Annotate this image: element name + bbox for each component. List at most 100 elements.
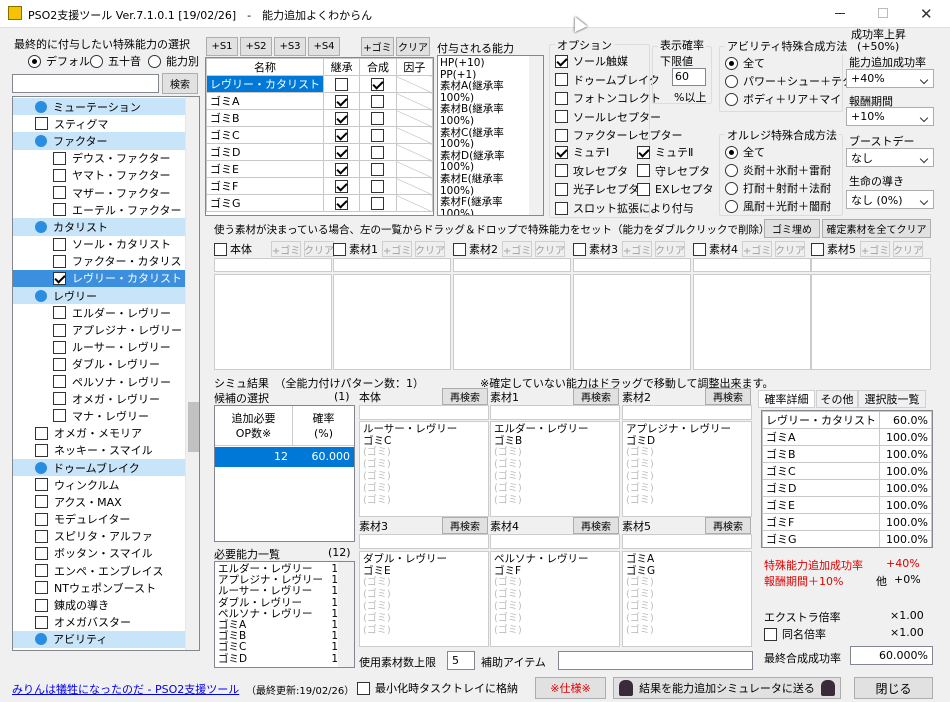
result-panel-body[interactable]: ダブル・レヴリー ゴミE (ゴミ) (ゴミ) (ゴミ) (ゴミ) (ゴミ) — [359, 551, 489, 647]
radio-icon[interactable] — [148, 54, 161, 68]
add-rate-select[interactable]: +40% — [846, 69, 934, 88]
slot-check-cell[interactable] — [322, 194, 361, 212]
detail-row[interactable]: ゴミA 100.0% — [762, 428, 932, 446]
research-button[interactable]: 再検索 — [705, 388, 751, 405]
clear-all-materials-button[interactable]: 確定素材を全てクリア — [822, 219, 931, 238]
detail-tab[interactable]: 選択肢一覧 — [858, 390, 926, 408]
slot-check-cell[interactable] — [359, 92, 397, 110]
search-input[interactable] — [12, 74, 159, 93]
result-panel-name[interactable] — [359, 405, 489, 420]
candidate-table[interactable]: 追加必要 OP数※ 確率 (%) 12 60.000 — [214, 405, 355, 542]
radio-icon[interactable] — [725, 181, 738, 195]
method-radio[interactable]: 炎耐＋氷耐＋雷耐 — [725, 162, 831, 178]
prob-limit-input[interactable]: 60 — [672, 68, 706, 86]
result-panel-body[interactable]: ゴミA ゴミG (ゴミ) (ゴミ) (ゴミ) (ゴミ) (ゴミ) — [622, 551, 752, 647]
slot-check-cell[interactable] — [322, 160, 361, 178]
slot-check-cell[interactable] — [322, 177, 361, 195]
material-name-field[interactable] — [573, 258, 691, 272]
method-radio[interactable]: 風耐＋光耐＋闇耐 — [725, 198, 831, 214]
radio-icon[interactable] — [725, 92, 738, 106]
slot-row[interactable]: ゴミA — [206, 92, 433, 110]
result-line[interactable]: ゴミA — [626, 553, 748, 566]
result-line[interactable]: ゴミC — [363, 435, 485, 448]
material-checkbox[interactable] — [811, 242, 824, 256]
title-bar[interactable]: PSO2支援ツール Ver.7.1.0.1 [19/02/26] - 能力追加よ… — [0, 0, 950, 28]
boostday-select[interactable]: なし — [846, 148, 934, 167]
material-name-field[interactable] — [811, 258, 931, 272]
tree-category[interactable]: レヴリー — [13, 287, 185, 305]
close-button[interactable]: 閉じる — [854, 677, 933, 699]
result-panel-name[interactable] — [490, 534, 620, 549]
tree-item-checkbox[interactable] — [35, 615, 48, 629]
slot-row[interactable]: ゴミC — [206, 126, 433, 144]
result-line[interactable]: アプレジナ・レヴリー — [626, 423, 748, 436]
detail-tab[interactable]: その他 — [816, 390, 858, 408]
send-button[interactable]: 結果を能力追加シミュレータに送る — [613, 677, 841, 699]
slot-ext-option[interactable]: スロット拡張により付与 — [555, 200, 694, 216]
material-checkbox[interactable] — [693, 242, 706, 256]
slot-row[interactable]: ゴミE — [206, 160, 433, 178]
tree-item-checkbox[interactable] — [53, 323, 66, 337]
result-line[interactable]: ペルソナ・レヴリー — [494, 553, 616, 566]
tree-item-checkbox[interactable] — [35, 443, 48, 457]
tree-item-checkbox[interactable] — [53, 357, 66, 371]
tree-item-checkbox[interactable] — [35, 581, 48, 595]
tree-item-checkbox[interactable] — [35, 564, 48, 578]
tree-item[interactable]: ソール・カタリスト — [13, 236, 185, 253]
tree-item-checkbox[interactable] — [53, 186, 66, 200]
minimize-button[interactable] — [835, 13, 845, 14]
material-name-field[interactable] — [453, 258, 571, 272]
inherit-checkbox[interactable] — [335, 162, 349, 176]
slot-row[interactable]: ゴミG — [206, 194, 433, 212]
material-checkbox[interactable] — [214, 242, 227, 256]
tree-item[interactable]: マナ・レヴリー — [13, 407, 185, 424]
detail-row[interactable]: レヴリー・カタリスト 60.0% — [762, 411, 932, 429]
option-item[interactable]: 光子レセプタ — [555, 181, 639, 197]
radio-icon[interactable] — [725, 199, 738, 213]
tree-item[interactable]: 錬成の導き — [13, 596, 185, 613]
aux-item-input[interactable] — [558, 651, 753, 670]
required-item[interactable]: ゴミD 1 — [218, 653, 338, 665]
material-clear-button[interactable]: クリア — [415, 241, 445, 257]
method-radio[interactable]: 打耐＋射耐＋法耐 — [725, 180, 831, 196]
tree-item-checkbox[interactable] — [53, 151, 66, 165]
synth-checkbox[interactable] — [371, 77, 385, 91]
slot-check-cell[interactable] — [322, 126, 361, 144]
research-button[interactable]: 再検索 — [442, 388, 488, 405]
tree-item[interactable]: ボッタン・スマイル — [13, 545, 185, 562]
material-column-header[interactable]: 素材3 +ゴミ クリア — [573, 241, 685, 257]
tree-item[interactable]: ファクター・カタリスト — [13, 253, 193, 270]
synth-checkbox[interactable] — [371, 94, 385, 108]
option-checkbox[interactable] — [637, 182, 650, 196]
radio-icon[interactable] — [725, 74, 738, 88]
result-panel-name[interactable] — [622, 534, 752, 549]
result-panel-body[interactable]: ペルソナ・レヴリー ゴミF (ゴミ) (ゴミ) (ゴミ) (ゴミ) (ゴミ) — [490, 551, 620, 647]
candidate-row[interactable]: 12 60.000 — [215, 447, 354, 467]
option-item[interactable]: ミュテⅠ — [555, 144, 609, 160]
tree-item-checkbox[interactable] — [35, 426, 48, 440]
inherit-checkbox[interactable] — [335, 196, 349, 210]
tree-item[interactable]: スティグマ — [13, 115, 185, 132]
option-item[interactable]: ソールレセプター — [555, 109, 661, 125]
tree-item[interactable]: デウス・ファクター — [13, 150, 185, 167]
max-materials-input[interactable]: 5 — [447, 651, 475, 670]
tree-item-checkbox[interactable] — [53, 271, 66, 285]
option-item[interactable]: ドゥームブレイク — [555, 72, 660, 88]
tree-item-checkbox[interactable] — [53, 340, 66, 354]
material-add-gomi-button[interactable]: +ゴミ — [742, 241, 772, 257]
option-checkbox[interactable] — [555, 128, 568, 142]
tree-item-checkbox[interactable] — [35, 598, 48, 612]
result-panel-name[interactable] — [359, 534, 489, 549]
material-column-header[interactable]: 素材1 +ゴミ クリア — [333, 241, 445, 257]
tree-item-checkbox[interactable] — [35, 512, 48, 526]
result-line[interactable]: ゴミB — [494, 435, 616, 448]
method-radio[interactable]: パワー＋シュー＋テク — [725, 73, 853, 89]
tray-row[interactable]: 最小化時タスクトレイに格納 — [357, 680, 518, 696]
inherit-checkbox[interactable] — [335, 128, 349, 142]
tree-item[interactable]: オメガバスター — [13, 614, 185, 631]
tree-item[interactable]: レヴリー・カタリスト — [13, 269, 185, 288]
slot-button[interactable]: +S3 — [274, 37, 306, 56]
option-checkbox[interactable] — [555, 201, 568, 215]
slot-check-cell[interactable] — [359, 109, 397, 127]
tree-item[interactable]: ダブル・レヴリー — [13, 356, 185, 373]
